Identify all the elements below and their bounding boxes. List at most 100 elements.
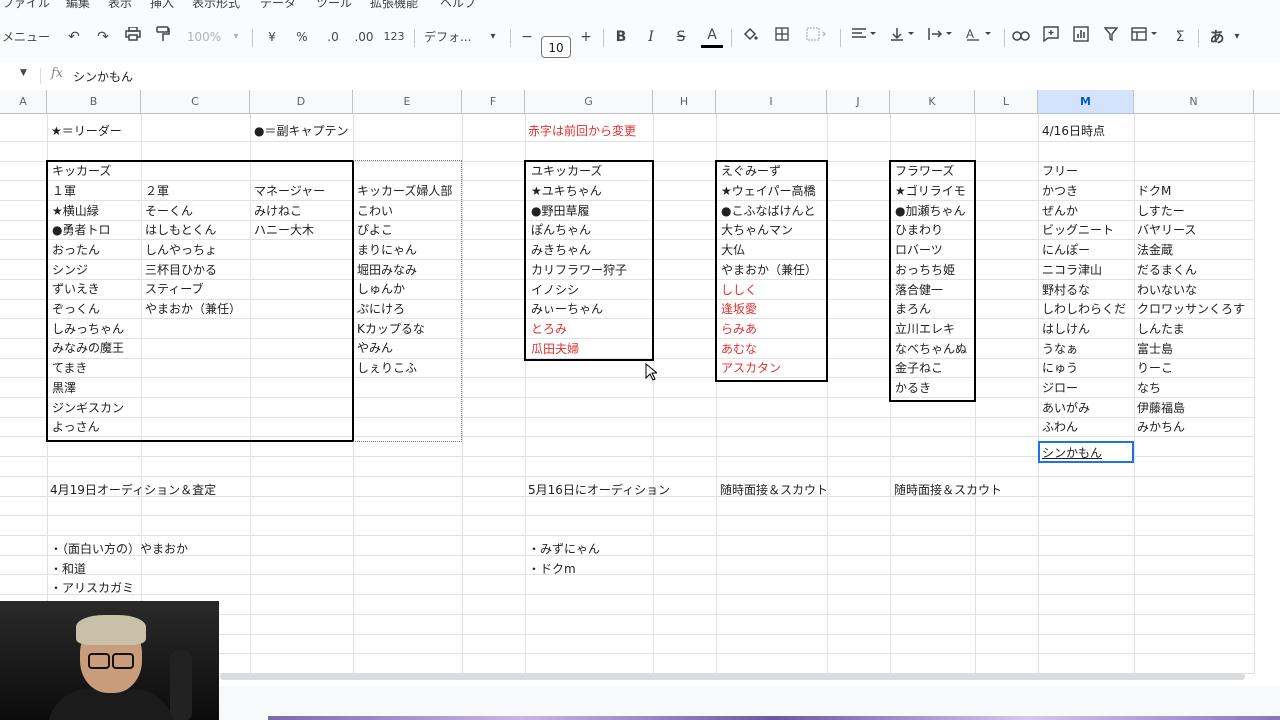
cell[interactable]: ●加瀬ちゃん <box>895 201 965 221</box>
input-tools-dropdown-icon[interactable]: ▾ <box>1230 26 1244 48</box>
cell[interactable]: クロワッサンくろす <box>1137 299 1245 319</box>
cell[interactable]: ぴよこ <box>357 220 393 240</box>
cell[interactable]: ロバーツ <box>895 240 943 260</box>
font-dropdown-icon[interactable]: ▾ <box>486 26 500 48</box>
cell[interactable]: ●こふなばけんと <box>721 201 815 221</box>
cell[interactable]: ・みずにゃん <box>528 539 600 559</box>
team-kickers-col3-header[interactable]: マネージャー <box>254 181 325 201</box>
change-note[interactable]: 赤字は前回から変更 <box>528 121 636 141</box>
cell[interactable]: やみん <box>357 338 393 358</box>
menu-insert[interactable]: 挿入 <box>150 0 174 11</box>
cell[interactable]: ・アリスカガミ <box>50 578 134 598</box>
cell[interactable]: カリフラワー狩子 <box>531 260 627 280</box>
cell[interactable]: よっさん <box>52 417 100 437</box>
horizontal-align-icon[interactable] <box>848 26 880 48</box>
column-header-h[interactable]: H <box>653 90 716 113</box>
text-rotation-icon[interactable]: A <box>962 26 996 48</box>
cell[interactable]: しんやっちょ <box>145 240 217 260</box>
strikethrough-button[interactable]: S <box>672 26 690 48</box>
menu-data[interactable]: データ <box>260 0 296 11</box>
merge-cells-icon[interactable] <box>803 26 831 48</box>
cell[interactable]: なべちゃんぬ <box>895 339 967 359</box>
cell[interactable]: ぷにけろ <box>357 299 405 319</box>
input-tools-button[interactable]: あ <box>1206 26 1228 48</box>
cell[interactable]: ぞっくん <box>52 299 100 319</box>
cell[interactable]: しんたま <box>1137 319 1185 339</box>
cell[interactable]: 野村るな <box>1042 280 1090 300</box>
cell[interactable]: 大ちゃんマン <box>721 220 793 240</box>
font-size-increase-button[interactable]: + <box>577 26 595 48</box>
bold-button[interactable]: B <box>612 26 630 48</box>
cell[interactable]: みなみの魔王 <box>52 338 124 358</box>
increase-decimal-button[interactable]: .00 <box>350 26 378 48</box>
cell[interactable]: ★ウェイパー高橋 <box>721 181 816 201</box>
as-of-date[interactable]: 4/16日時点 <box>1042 121 1105 141</box>
borders-icon[interactable] <box>771 26 793 48</box>
menu-view[interactable]: 表示 <box>108 0 132 11</box>
column-header-i[interactable]: I <box>716 90 827 113</box>
font-size-input[interactable]: 10 <box>541 36 571 58</box>
cell[interactable]: ハニー大木 <box>254 220 314 240</box>
menu-edit[interactable]: 編集 <box>66 0 90 11</box>
column-header-m[interactable]: M <box>1038 90 1134 113</box>
team-kickers-col2-header[interactable]: ２軍 <box>145 181 169 201</box>
cell[interactable]: ビッグニート <box>1042 220 1114 240</box>
cell[interactable]: ★ゴリライモ <box>895 181 966 201</box>
team-kickers-col4-header[interactable]: キッカーズ婦人部 <box>357 181 452 201</box>
cell[interactable]: バヤリース <box>1137 220 1196 240</box>
menu-help[interactable]: ヘルプ <box>440 0 476 11</box>
cell[interactable]: 黒澤 <box>52 378 76 398</box>
cell[interactable]: ・（面白い方の）やまおか <box>50 539 188 559</box>
active-cell[interactable]: シンかもん <box>1038 441 1134 463</box>
cell[interactable]: だるまくん <box>1137 260 1197 280</box>
text-color-button[interactable]: A <box>701 26 723 48</box>
cell[interactable]: 三杯目ひかる <box>145 260 217 280</box>
cell[interactable]: ★ユキちゃん <box>531 181 602 201</box>
cell[interactable]: ししく <box>721 280 757 300</box>
currency-format-button[interactable]: ¥ <box>262 26 282 48</box>
name-box-dropdown-icon[interactable]: ▼ <box>20 68 27 78</box>
scout-note-k[interactable]: 随時面接＆スカウト <box>894 480 1002 500</box>
cell[interactable]: あいがみ <box>1042 398 1090 418</box>
cell[interactable]: しぇりこふ <box>357 358 417 378</box>
cell[interactable]: Kカップるな <box>357 319 425 339</box>
column-header-a[interactable]: A <box>0 90 47 113</box>
cell[interactable]: 落合健一 <box>895 280 943 300</box>
cell[interactable]: ずいえき <box>52 279 100 299</box>
cell[interactable]: ニコラ津山 <box>1042 260 1102 280</box>
cell[interactable]: 立川エレキ <box>895 319 955 339</box>
scout-note-i[interactable]: 随時面接＆スカウト <box>720 480 828 500</box>
cell[interactable]: 堀田みなみ <box>357 260 417 280</box>
zoom-dropdown-icon[interactable]: ▾ <box>229 26 243 48</box>
insert-chart-icon[interactable] <box>1070 26 1092 48</box>
team-kickers-title[interactable]: キッカーズ <box>52 161 111 181</box>
horizontal-scrollbar[interactable] <box>220 673 1245 680</box>
cell[interactable]: まろん <box>895 299 931 319</box>
cell[interactable]: ひまわり <box>895 220 943 240</box>
cell[interactable]: ★横山緑 <box>52 201 99 221</box>
cell[interactable]: こわい <box>357 201 393 221</box>
insert-comment-icon[interactable] <box>1040 26 1062 48</box>
cell[interactable]: うなぁ <box>1042 339 1078 359</box>
cell[interactable]: 金子ねこ <box>895 358 943 378</box>
column-header-n[interactable]: N <box>1134 90 1254 113</box>
insert-link-icon[interactable] <box>1010 26 1032 48</box>
menu-search-button[interactable]: メニュー <box>0 26 52 48</box>
team-egumiz-title[interactable]: えぐみーず <box>721 161 781 181</box>
cell[interactable]: しわしわらくだ <box>1042 299 1126 319</box>
cell[interactable]: アスカタン <box>721 358 781 378</box>
column-header-l[interactable]: L <box>975 90 1038 113</box>
cell[interactable]: なち <box>1137 378 1161 398</box>
column-header-f[interactable]: F <box>462 90 525 113</box>
formula-input[interactable]: シンかもん <box>73 68 133 85</box>
cell[interactable]: おったん <box>52 240 100 260</box>
decrease-decimal-button[interactable]: .0 <box>320 26 346 48</box>
column-header-c[interactable]: C <box>141 90 250 113</box>
paint-format-icon[interactable] <box>152 26 174 48</box>
column-header-g[interactable]: G <box>525 90 653 113</box>
font-size-decrease-button[interactable]: − <box>518 26 536 48</box>
leader-legend[interactable]: ★＝リーダー <box>51 121 122 141</box>
cell[interactable]: 逢坂愛 <box>721 299 757 319</box>
cell[interactable]: ●野田草履 <box>531 201 589 221</box>
zoom-select[interactable]: 100% <box>184 26 224 48</box>
